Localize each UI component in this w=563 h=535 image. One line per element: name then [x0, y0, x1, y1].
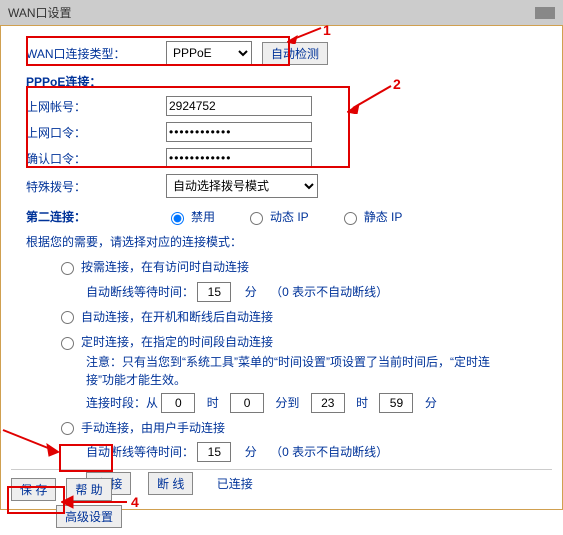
m4-wait-label: 自动断线等待时间：	[86, 445, 194, 459]
minimize-icon[interactable]	[535, 7, 555, 19]
m3-period-label: 连接时段：从	[86, 396, 158, 410]
account-label: 上网帐号：	[26, 98, 166, 115]
m3-note: 注意：只有当您到“系统工具”菜单的“时间设置”项设置了当前时间后，“定时连接”功…	[86, 353, 537, 389]
window-title: WAN口设置	[8, 4, 72, 21]
arrow-2-icon	[347, 84, 397, 114]
mode-scheduled-radio[interactable]: 定时连接，在指定的时间段自动连接	[56, 333, 273, 350]
m3-m1-input[interactable]	[230, 393, 264, 413]
marker-4: 4	[131, 494, 139, 510]
second-staticip-radio[interactable]: 静态 IP	[339, 208, 403, 225]
dial-mode-select[interactable]: 自动选择拨号模式	[166, 174, 318, 198]
mode-description: 根据您的需要，请选择对应的连接模式：	[26, 233, 537, 250]
m3-h1-input[interactable]	[161, 393, 195, 413]
m1-hint: （0 表示不自动断线）	[270, 285, 388, 299]
account-input[interactable]	[166, 96, 312, 116]
m3-h2-input[interactable]	[311, 393, 345, 413]
m1-unit: 分	[245, 285, 257, 299]
m4-hint: （0 表示不自动断线）	[270, 445, 388, 459]
second-disable-radio[interactable]: 禁用	[166, 208, 215, 225]
mode-manual-radio[interactable]: 手动连接，由用户手动连接	[56, 419, 225, 436]
m1-wait-input[interactable]	[197, 282, 231, 302]
m1-wait-label: 自动断线等待时间：	[86, 285, 194, 299]
m3-m2-input[interactable]	[379, 393, 413, 413]
second-dynip-radio[interactable]: 动态 IP	[245, 208, 309, 225]
second-conn-label: 第二连接：	[26, 208, 166, 225]
arrow-1-icon	[287, 26, 327, 44]
pppoe-section-title: PPPoE连接：	[26, 73, 537, 90]
arrow-4-icon	[61, 492, 131, 512]
titlebar: WAN口设置	[0, 0, 563, 25]
password-label: 上网口令：	[26, 124, 166, 141]
mode-auto-radio[interactable]: 自动连接，在开机和断线后自动连接	[56, 308, 273, 325]
confirm-password-input[interactable]	[166, 148, 312, 168]
password-input[interactable]	[166, 122, 312, 142]
mode-ondemand-radio[interactable]: 按需连接，在有访问时自动连接	[56, 258, 249, 275]
arrow-3-icon	[1, 428, 61, 458]
wan-type-select[interactable]: PPPoE	[166, 41, 252, 65]
save-button[interactable]: 保 存	[11, 478, 56, 501]
wan-type-label: WAN口连接类型：	[26, 45, 166, 62]
confirm-password-label: 确认口令：	[26, 150, 166, 167]
auto-detect-button[interactable]: 自动检测	[262, 42, 328, 65]
dial-mode-label: 特殊拨号：	[26, 178, 166, 195]
m4-wait-input[interactable]	[197, 442, 231, 462]
m4-unit: 分	[245, 445, 257, 459]
